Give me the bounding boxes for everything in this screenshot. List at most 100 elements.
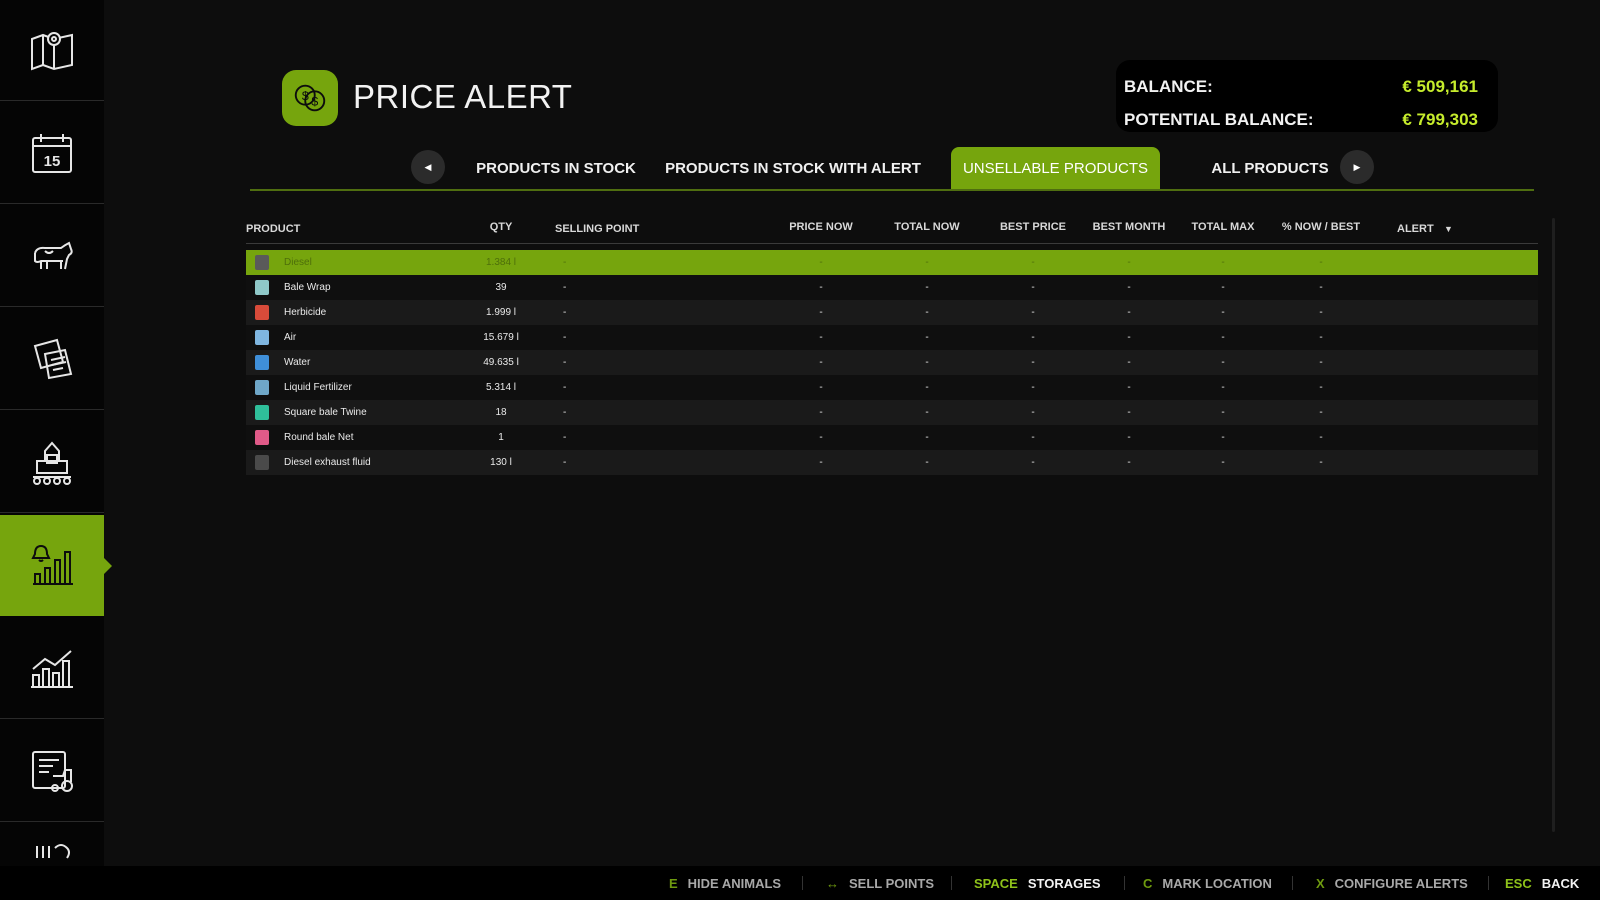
table-row[interactable]: Air 15.679 l - - - - - - - — [246, 325, 1538, 350]
price-alert-icon — [31, 544, 73, 585]
product-name: Herbicide — [284, 307, 327, 318]
cell-price-now: - — [819, 307, 823, 318]
sort-down-icon[interactable]: ▼ — [1444, 224, 1453, 234]
animals-icon — [34, 241, 73, 270]
cell-now-best: - — [1319, 457, 1323, 468]
hint-back[interactable]: ESC BACK — [1505, 866, 1579, 900]
product-icon — [255, 430, 269, 445]
cell-best-month: - — [1127, 357, 1131, 368]
title-icon: $ $ — [282, 70, 338, 126]
hint-configure-alerts[interactable]: X CONFIGURE ALERTS — [1316, 866, 1468, 900]
tab-products-in-stock[interactable]: PRODUCTS IN STOCK — [470, 147, 642, 189]
cell-price-now: - — [819, 457, 823, 468]
cell-selling-point: - — [563, 457, 567, 468]
tab-next-button[interactable]: ▶ — [1340, 150, 1374, 184]
scrollbar[interactable] — [1552, 218, 1555, 832]
sidebar-item-statistics[interactable] — [0, 618, 104, 719]
cell-selling-point: - — [563, 332, 567, 343]
more-icon — [36, 844, 70, 859]
cell-now-best: - — [1319, 332, 1323, 343]
page-title: PRICE ALERT — [353, 78, 573, 115]
hint-storages[interactable]: SPACE STORAGES — [974, 866, 1101, 900]
balance-panel: BALANCE: € 509,161 POTENTIAL BALANCE: € … — [1116, 60, 1498, 132]
col-alert[interactable]: ALERT — [1397, 223, 1434, 235]
col-best-price[interactable]: BEST PRICE — [1000, 221, 1066, 233]
cell-total-now: - — [925, 257, 929, 268]
hint-key: C — [1143, 875, 1153, 891]
table-row[interactable]: Diesel exhaust fluid 130 l - - - - - - - — [246, 450, 1538, 475]
col-price-now[interactable]: PRICE NOW — [789, 221, 853, 233]
cell-now-best: - — [1319, 407, 1323, 418]
col-total-max[interactable]: TOTAL MAX — [1192, 221, 1255, 233]
tab-unsellable-products[interactable]: UNSELLABLE PRODUCTS — [951, 147, 1160, 189]
product-qty: 49.635 l — [483, 357, 519, 368]
tab-prev-button[interactable]: ◀ — [411, 150, 445, 184]
cell-total-now: - — [925, 282, 929, 293]
footer-hints: E HIDE ANIMALS ↔ SELL POINTS SPACE STORA… — [0, 866, 1600, 900]
product-name: Square bale Twine — [284, 407, 367, 418]
table-row[interactable]: Square bale Twine 18 - - - - - - - — [246, 400, 1538, 425]
product-name: Water — [284, 357, 311, 368]
hint-mark-location[interactable]: C MARK LOCATION — [1143, 866, 1272, 900]
balance-label: BALANCE: — [1124, 76, 1213, 96]
cell-now-best: - — [1319, 282, 1323, 293]
table-row[interactable]: Herbicide 1.999 l - - - - - - - — [246, 300, 1538, 325]
divider — [1124, 876, 1125, 890]
product-name: Diesel exhaust fluid — [284, 457, 371, 468]
product-icon — [255, 355, 269, 370]
col-best-month[interactable]: BEST MONTH — [1093, 221, 1166, 233]
vehicles-list-icon — [32, 751, 73, 792]
divider — [1292, 876, 1293, 890]
statistics-icon — [31, 650, 73, 688]
cell-price-now: - — [819, 382, 823, 393]
cell-best-month: - — [1127, 257, 1131, 268]
hint-key: ↔ — [826, 875, 839, 891]
sidebar-item-production[interactable] — [0, 412, 104, 513]
map-icon — [31, 32, 73, 71]
product-qty: 130 l — [490, 457, 512, 468]
tab-all-products[interactable]: ALL PRODUCTS — [1178, 147, 1362, 189]
sidebar-item-price-alert[interactable] — [0, 515, 112, 616]
cell-selling-point: - — [563, 407, 567, 418]
divider — [1488, 876, 1489, 890]
sidebar-item-contracts[interactable] — [0, 309, 104, 410]
table-row[interactable]: Liquid Fertilizer 5.314 l - - - - - - - — [246, 375, 1538, 400]
product-name: Round bale Net — [284, 432, 354, 443]
product-icon — [255, 330, 269, 345]
hint-sell-points[interactable]: ↔ SELL POINTS — [826, 866, 934, 900]
product-icon — [255, 455, 269, 470]
cell-best-price: - — [1031, 432, 1035, 443]
table-row[interactable]: Water 49.635 l - - - - - - - — [246, 350, 1538, 375]
col-product[interactable]: PRODUCT — [246, 223, 300, 235]
arrow-left-icon: ◀ — [424, 161, 432, 172]
sidebar-item-vehicles[interactable] — [0, 721, 104, 822]
cell-best-month: - — [1127, 282, 1131, 293]
table-row[interactable]: Bale Wrap 39 - - - - - - - — [246, 275, 1538, 300]
hint-label: STORAGES — [1027, 875, 1101, 891]
cell-best-price: - — [1031, 407, 1035, 418]
cell-total-now: - — [925, 407, 929, 418]
table-row[interactable]: Diesel 1.384 l - - - - - - - — [246, 250, 1538, 275]
table-header: PRODUCT QTY SELLING POINT PRICE NOW TOTA… — [246, 214, 1538, 244]
col-now-best[interactable]: % NOW / BEST — [1282, 221, 1360, 233]
svg-text:$: $ — [302, 89, 309, 103]
hint-key: ESC — [1505, 875, 1532, 891]
cell-total-now: - — [925, 332, 929, 343]
col-qty[interactable]: QTY — [490, 221, 513, 233]
cell-price-now: - — [819, 332, 823, 343]
sidebar-item-animals[interactable] — [0, 206, 104, 307]
sidebar-item-calendar[interactable]: 15 — [0, 103, 104, 204]
product-name: Diesel — [284, 257, 312, 268]
col-total-now[interactable]: TOTAL NOW — [894, 221, 959, 233]
tab-products-in-stock-with-alert[interactable]: PRODUCTS IN STOCK WITH ALERT — [665, 147, 921, 189]
table-row[interactable]: Round bale Net 1 - - - - - - - — [246, 425, 1538, 450]
cell-now-best: - — [1319, 382, 1323, 393]
sidebar-item-map[interactable] — [0, 0, 104, 101]
sidebar-item-more[interactable] — [0, 828, 104, 866]
svg-text:$: $ — [311, 95, 318, 109]
col-selling-point[interactable]: SELLING POINT — [555, 223, 639, 235]
cell-total-max: - — [1221, 307, 1225, 318]
cell-total-now: - — [925, 382, 929, 393]
cell-now-best: - — [1319, 357, 1323, 368]
hint-hide-animals[interactable]: E HIDE ANIMALS — [669, 866, 781, 900]
